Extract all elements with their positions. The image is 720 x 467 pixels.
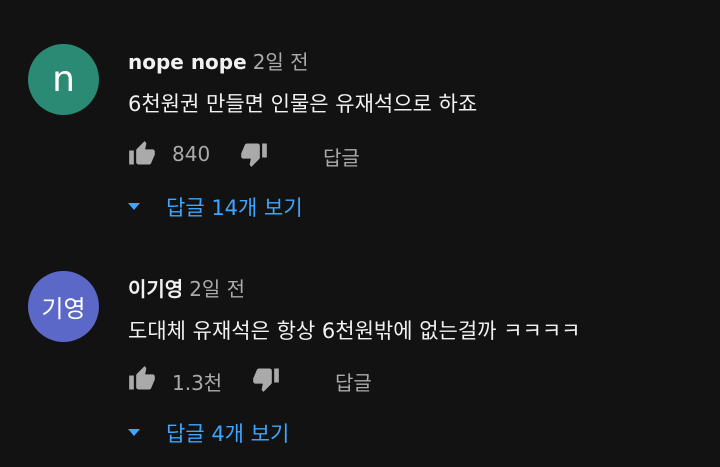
like-count: 1.3천 [172,371,223,395]
avatar-letter: n [52,59,75,100]
view-replies-button[interactable]: 답글 4개 보기 [128,418,289,448]
comment-header: 이기영 2일 전 [128,273,245,302]
view-replies-button[interactable]: 답글 14개 보기 [128,192,303,222]
comment-author[interactable]: nope nope [128,50,247,74]
comment-time[interactable]: 2일 전 [189,277,245,301]
comment-text: 도대체 유재석은 항상 6천원밖에 없는걸까 ㅋㅋㅋㅋ [128,319,581,343]
comment-time[interactable]: 2일 전 [253,50,309,74]
comment-actions: 1.3천 답글 [128,365,688,395]
comment-item: n nope nope 2일 전 6천원권 만들면 인물은 유재석으로 하죠 84… [0,0,720,225]
view-replies-label: 답글 14개 보기 [166,196,303,220]
like-count: 840 [172,142,211,166]
caret-down-icon [128,428,140,436]
reply-button[interactable]: 답글 [335,367,372,396]
thumbs-up-icon[interactable] [128,140,156,168]
caret-down-icon [128,202,140,210]
comment-item: 기영 이기영 2일 전 도대체 유재석은 항상 6천원밖에 없는걸까 ㅋㅋㅋㅋ 1… [0,242,720,467]
view-replies-label: 답글 4개 보기 [166,422,290,446]
avatar[interactable]: 기영 [28,271,99,342]
avatar[interactable]: n [28,44,99,115]
thumbs-down-icon[interactable] [252,365,280,393]
thumbs-down-icon[interactable] [240,140,268,168]
comment-actions: 840 답글 [128,140,688,170]
avatar-letter: 기영 [41,295,86,323]
reply-button[interactable]: 답글 [323,142,360,171]
thumbs-up-icon[interactable] [128,365,156,393]
comment-text: 6천원권 만들면 인물은 유재석으로 하죠 [128,92,478,116]
comment-header: nope nope 2일 전 [128,46,309,75]
comment-author[interactable]: 이기영 [128,277,183,301]
